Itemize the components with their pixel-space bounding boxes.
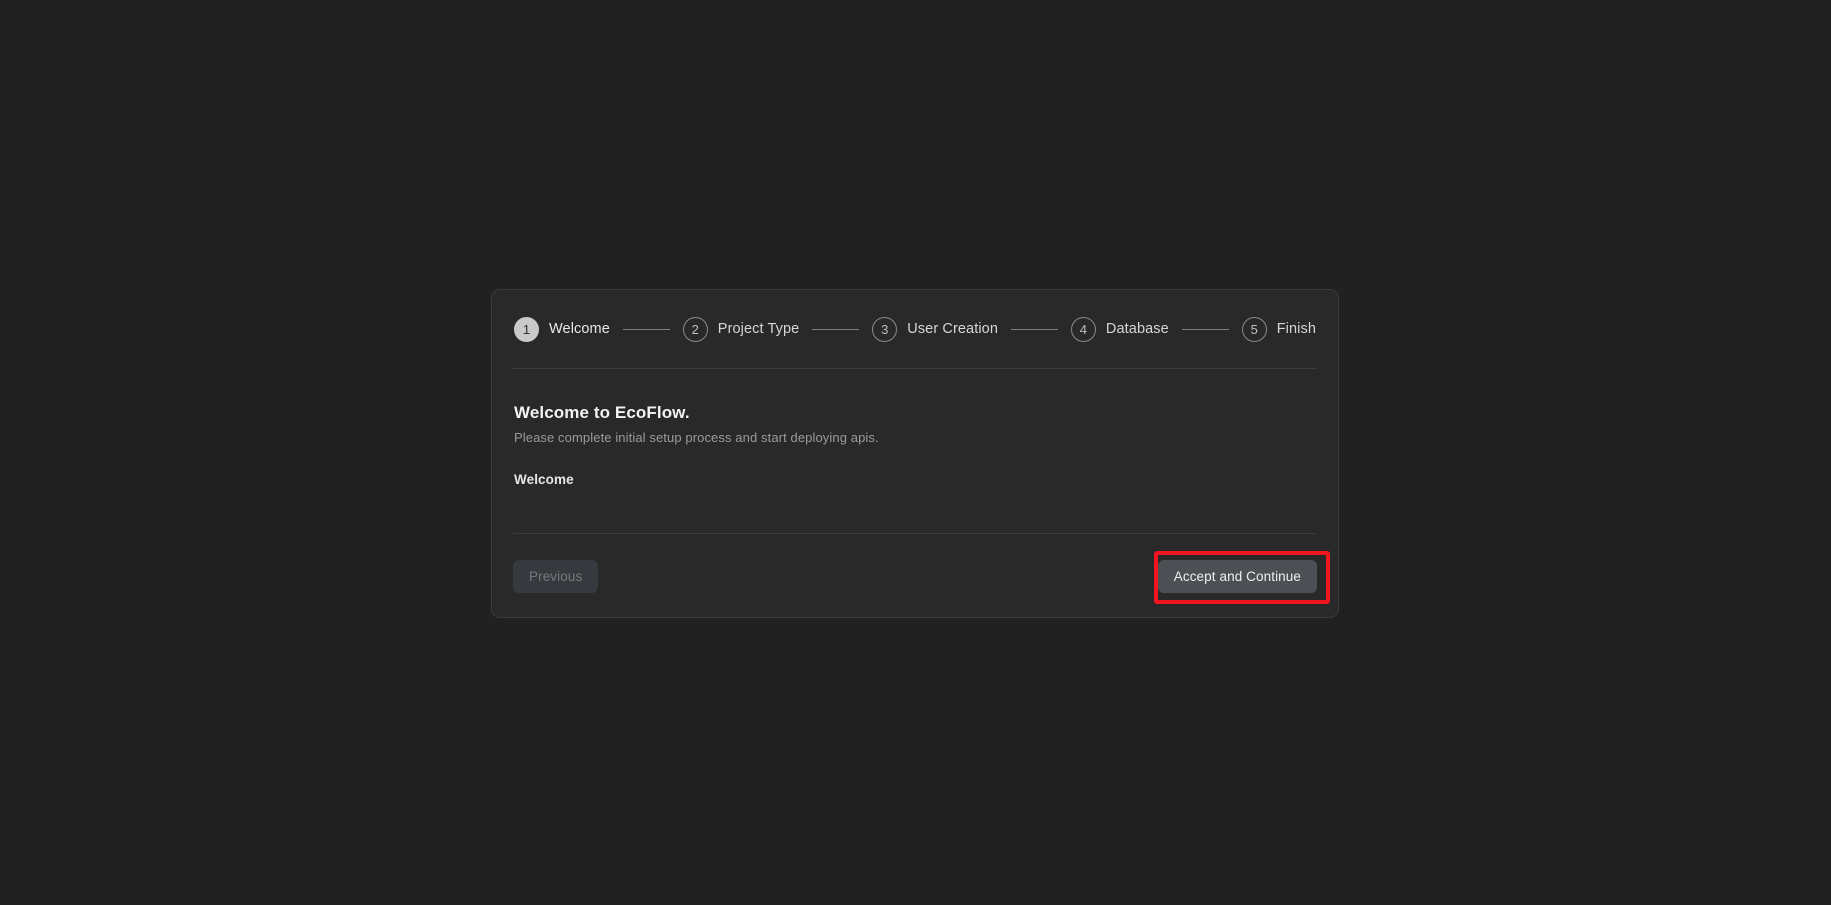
wizard-body: Welcome to EcoFlow. Please complete init… (492, 369, 1338, 533)
setup-wizard-card: 1 Welcome 2 Project Type 3 User Creation… (491, 289, 1339, 618)
wizard-footer: Previous Accept and Continue (492, 534, 1338, 619)
step-database[interactable]: 4 Database (1071, 317, 1169, 342)
step-connector-4 (1182, 329, 1229, 330)
step-number-badge-5: 5 (1242, 317, 1267, 342)
previous-button[interactable]: Previous (513, 560, 598, 593)
page-subtitle: Please complete initial setup process an… (514, 430, 1317, 445)
step-number-badge-2: 2 (683, 317, 708, 342)
step-welcome[interactable]: 1 Welcome (514, 317, 610, 342)
step-label-welcome: Welcome (549, 321, 610, 337)
setup-wizard-page: 1 Welcome 2 Project Type 3 User Creation… (0, 0, 1831, 905)
step-label-database: Database (1106, 321, 1169, 337)
continue-button-wrapper: Accept and Continue (1158, 560, 1317, 593)
step-connector-3 (1011, 329, 1058, 330)
step-label-user-creation: User Creation (907, 321, 998, 337)
step-number-badge-4: 4 (1071, 317, 1096, 342)
step-label-project-type: Project Type (718, 321, 800, 337)
accept-and-continue-button[interactable]: Accept and Continue (1158, 560, 1317, 593)
page-title: Welcome to EcoFlow. (514, 403, 1317, 423)
step-number-badge-3: 3 (872, 317, 897, 342)
step-user-creation[interactable]: 3 User Creation (872, 317, 998, 342)
step-connector-1 (623, 329, 670, 330)
step-connector-2 (812, 329, 859, 330)
step-finish[interactable]: 5 Finish (1242, 317, 1316, 342)
step-number-badge-1: 1 (514, 317, 539, 342)
step-project-type[interactable]: 2 Project Type (683, 317, 800, 342)
wizard-stepper: 1 Welcome 2 Project Type 3 User Creation… (492, 290, 1338, 368)
step-label-finish: Finish (1277, 321, 1316, 337)
section-label-welcome: Welcome (514, 472, 1317, 487)
